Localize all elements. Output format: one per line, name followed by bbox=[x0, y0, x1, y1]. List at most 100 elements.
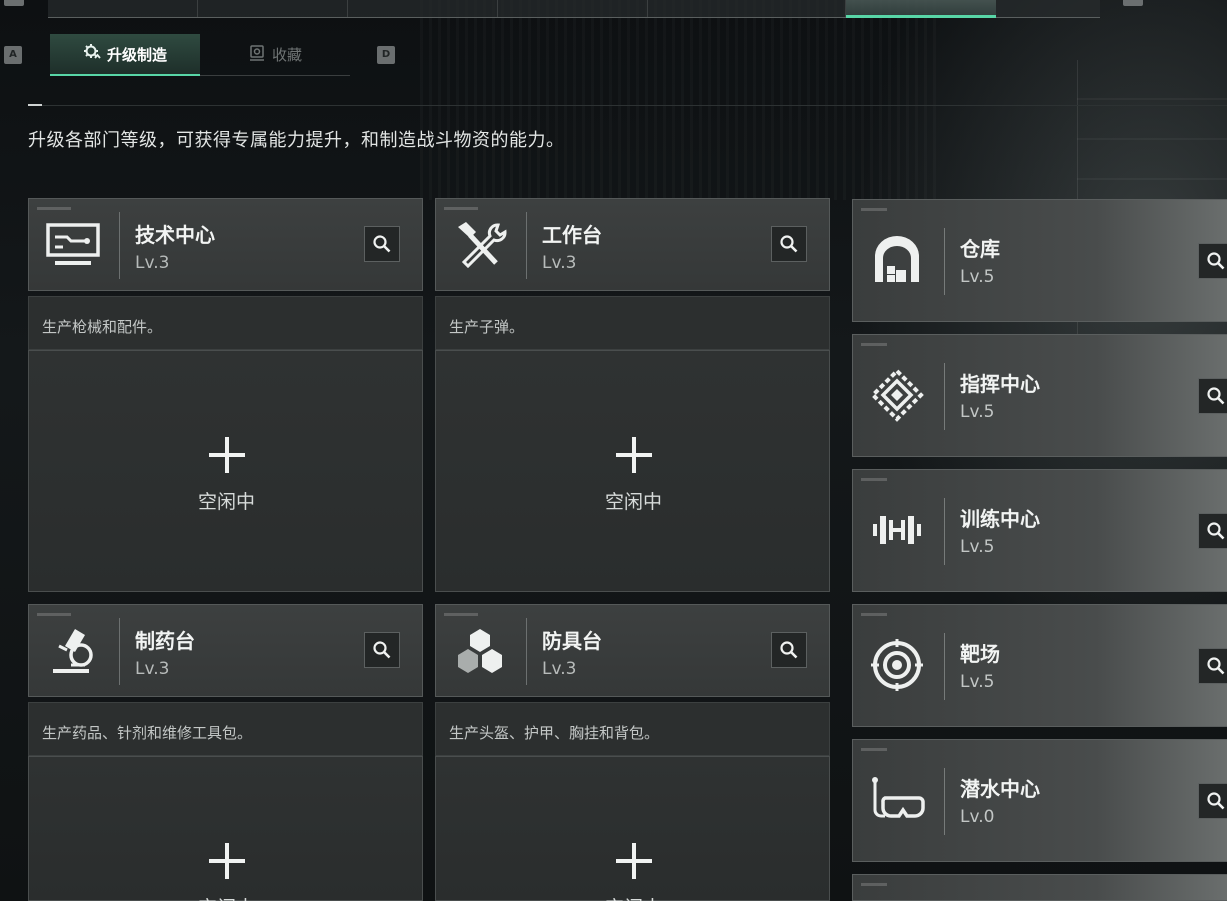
card-tag bbox=[37, 613, 71, 616]
slot-status: 空闲中 bbox=[436, 893, 831, 901]
facility-level: Lv.5 bbox=[960, 672, 995, 692]
facility-level: Lv.5 bbox=[960, 267, 995, 287]
workbench-level: Lv.3 bbox=[135, 659, 170, 679]
card-tag bbox=[444, 613, 478, 616]
production-slot[interactable]: 空闲中 bbox=[435, 756, 830, 901]
facility-card-warehouse[interactable]: 仓库 Lv.5 bbox=[852, 199, 1227, 322]
facility-card-diving-center[interactable]: 潜水中心 Lv.0 bbox=[852, 739, 1227, 862]
card-tag bbox=[37, 207, 71, 210]
production-slot[interactable]: 空闲中 bbox=[435, 350, 830, 592]
key-hint-d: D bbox=[377, 46, 395, 64]
add-icon bbox=[616, 843, 652, 879]
tab-collection[interactable]: 收藏 bbox=[200, 34, 350, 76]
search-icon bbox=[373, 235, 391, 253]
microscope-icon bbox=[45, 625, 101, 677]
inspect-button[interactable] bbox=[1198, 378, 1227, 414]
facility-name: 指挥中心 bbox=[960, 372, 1040, 396]
production-slot[interactable]: 空闲中 bbox=[28, 350, 423, 592]
workbench-card-armor[interactable]: 防具台 Lv.3 bbox=[435, 604, 830, 697]
top-nav-tab[interactable] bbox=[198, 0, 348, 17]
slot-status: 空闲中 bbox=[197, 491, 255, 513]
facility-level: Lv.5 bbox=[960, 537, 995, 557]
workbench-level: Lv.3 bbox=[135, 253, 170, 273]
workbench-name: 制药台 bbox=[135, 629, 195, 653]
slot-status: 空闲中 bbox=[29, 893, 424, 901]
card-tag bbox=[861, 883, 887, 886]
card-separator bbox=[944, 498, 945, 565]
search-icon bbox=[780, 235, 798, 253]
workbench-card-pharmacy[interactable]: 制药台 Lv.3 bbox=[28, 604, 423, 697]
search-icon bbox=[1207, 252, 1225, 270]
diving-mask-icon bbox=[869, 772, 925, 828]
top-nav-tab[interactable] bbox=[498, 0, 648, 17]
slot-status: 空闲中 bbox=[604, 491, 662, 513]
card-tag bbox=[861, 343, 887, 346]
facility-name: 靶场 bbox=[960, 642, 1000, 666]
facility-name: 潜水中心 bbox=[960, 777, 1040, 801]
top-nav-tab[interactable] bbox=[48, 0, 198, 17]
card-tag bbox=[861, 478, 887, 481]
dumbbell-icon bbox=[869, 502, 925, 558]
card-separator bbox=[526, 618, 527, 685]
workbench-description: 生产枪械和配件。 bbox=[28, 296, 423, 350]
top-nav-bar bbox=[48, 0, 1100, 18]
top-nav-tab[interactable] bbox=[648, 0, 846, 17]
background-texture bbox=[420, 0, 940, 200]
facility-level: Lv.5 bbox=[960, 402, 995, 422]
collection-icon bbox=[248, 44, 266, 66]
key-hint-a: A bbox=[4, 46, 22, 64]
search-icon bbox=[373, 641, 391, 659]
facility-level: Lv.0 bbox=[960, 807, 995, 827]
upgrade-gear-icon bbox=[83, 43, 101, 65]
facility-card-command-center[interactable]: 指挥中心 Lv.5 bbox=[852, 334, 1227, 457]
search-icon bbox=[1207, 792, 1225, 810]
workbench-name: 防具台 bbox=[542, 629, 602, 653]
search-icon bbox=[1207, 387, 1225, 405]
command-center-icon bbox=[869, 367, 925, 423]
card-separator bbox=[944, 633, 945, 700]
card-separator bbox=[944, 363, 945, 430]
top-nav-tab[interactable] bbox=[348, 0, 498, 17]
workbench-card-tech-center[interactable]: 技术中心 Lv.3 bbox=[28, 198, 423, 291]
workbench-name: 技术中心 bbox=[135, 223, 215, 247]
inspect-button[interactable] bbox=[364, 226, 400, 262]
top-left-key-hint bbox=[4, 0, 24, 6]
facility-card-training-center[interactable]: 训练中心 Lv.5 bbox=[852, 469, 1227, 592]
workbench-description: 生产头盔、护甲、胸挂和背包。 bbox=[435, 702, 830, 756]
divider-accent bbox=[28, 104, 42, 106]
card-separator bbox=[944, 768, 945, 835]
add-icon bbox=[209, 437, 245, 473]
card-tag bbox=[861, 613, 887, 616]
inspect-button[interactable] bbox=[1198, 648, 1227, 684]
workbench-description: 生产子弹。 bbox=[435, 296, 830, 350]
target-icon bbox=[869, 637, 925, 693]
card-separator bbox=[119, 212, 120, 279]
top-right-key-hint bbox=[1123, 0, 1143, 6]
workbench-card-workbench[interactable]: 工作台 Lv.3 bbox=[435, 198, 830, 291]
inspect-button[interactable] bbox=[1198, 513, 1227, 549]
card-separator bbox=[119, 618, 120, 685]
search-icon bbox=[1207, 657, 1225, 675]
search-icon bbox=[780, 641, 798, 659]
inspect-button[interactable] bbox=[771, 632, 807, 668]
boxes-icon bbox=[452, 625, 508, 677]
inspect-button[interactable] bbox=[1198, 243, 1227, 279]
workbench-description: 生产药品、针剂和维修工具包。 bbox=[28, 702, 423, 756]
section-divider bbox=[28, 105, 1227, 106]
hammer-wrench-icon bbox=[452, 219, 508, 271]
production-slot[interactable]: 空闲中 bbox=[28, 756, 423, 901]
inspect-button[interactable] bbox=[364, 632, 400, 668]
page-description: 升级各部门等级，可获得专属能力提升，和制造战斗物资的能力。 bbox=[28, 130, 565, 151]
top-nav-tab-active[interactable] bbox=[846, 0, 996, 18]
workbench-level: Lv.3 bbox=[542, 253, 577, 273]
inspect-button[interactable] bbox=[1198, 783, 1227, 819]
workbench-name: 工作台 bbox=[542, 223, 602, 247]
computer-icon bbox=[45, 219, 101, 271]
add-icon bbox=[616, 437, 652, 473]
card-separator bbox=[944, 228, 945, 295]
facility-card-shooting-range[interactable]: 靶场 Lv.5 bbox=[852, 604, 1227, 727]
card-separator bbox=[526, 212, 527, 279]
inspect-button[interactable] bbox=[771, 226, 807, 262]
tab-upgrade-craft[interactable]: 升级制造 bbox=[50, 34, 200, 76]
facility-card-partial[interactable] bbox=[852, 874, 1227, 901]
